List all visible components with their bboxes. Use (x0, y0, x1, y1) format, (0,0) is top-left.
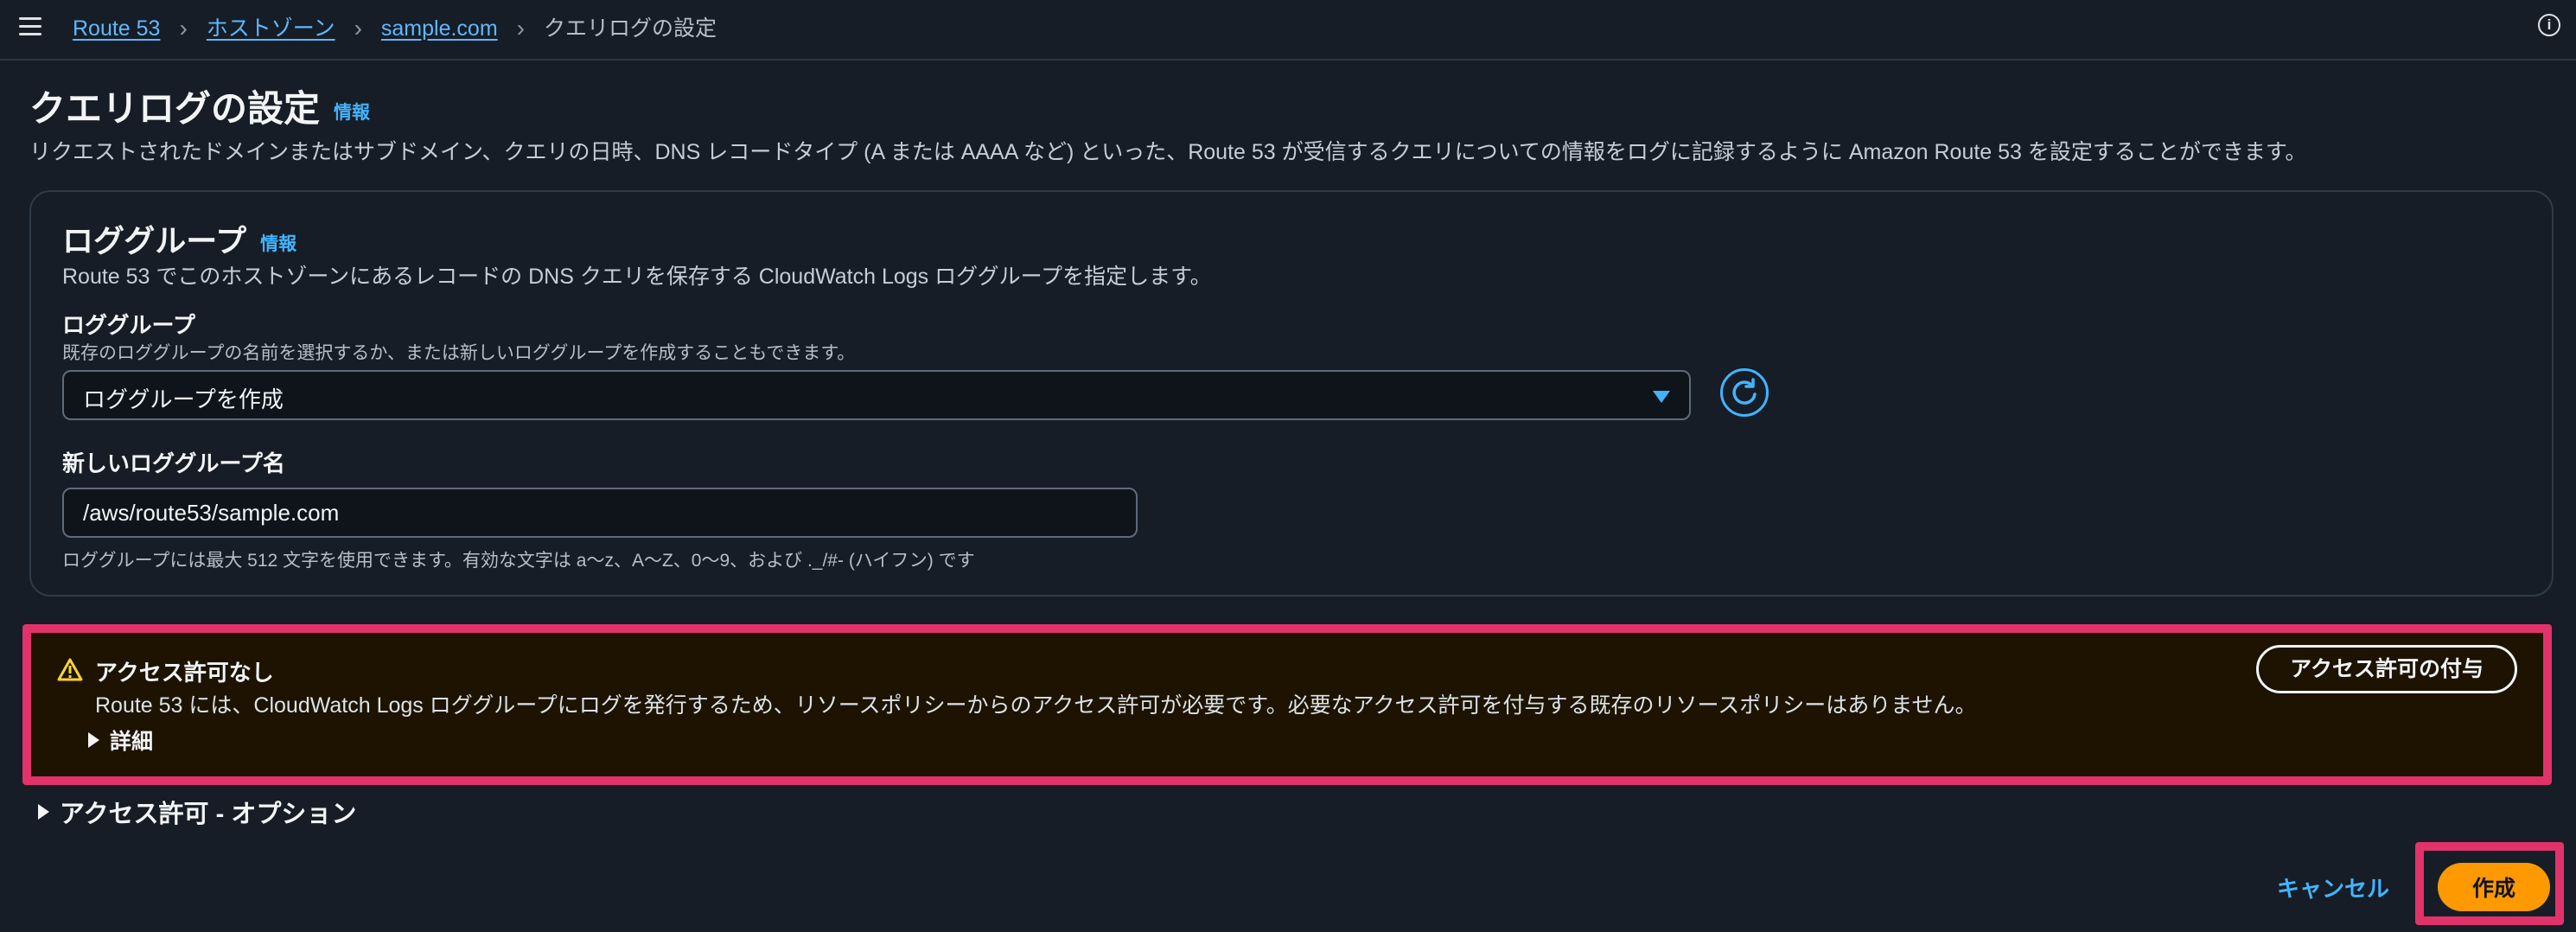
breadcrumb: Route 53 › ホストゾーン › sample.com › クエリログの設… (73, 14, 717, 43)
menu-icon[interactable] (19, 17, 41, 36)
grant-permissions-button[interactable]: アクセス許可の付与 (2256, 645, 2517, 693)
new-log-group-name-label: 新しいロググループ名 (62, 450, 285, 476)
caret-right-icon (38, 804, 49, 820)
chevron-right-icon: › (516, 15, 525, 41)
cancel-button[interactable]: キャンセル (2277, 871, 2389, 903)
alert-details-label: 詳細 (110, 730, 154, 754)
log-group-select[interactable]: ロググループを作成 (62, 370, 1691, 420)
info-icon[interactable]: i (2538, 14, 2560, 36)
alert-message: Route 53 には、CloudWatch Logs ロググループにログを発行… (95, 693, 1977, 718)
log-group-select-label: ロググループ (62, 312, 195, 338)
panel-title: ロググループ 情報 (62, 216, 296, 261)
create-button[interactable]: 作成 (2438, 863, 2550, 911)
breadcrumb-hosted-zones[interactable]: ホストゾーン (207, 14, 335, 43)
permissions-expander-label: アクセス許可 - オプション (60, 801, 357, 828)
panel-description: Route 53 でこのホストゾーンにあるレコードの DNS クエリを保存する … (62, 265, 1212, 289)
alert-details-toggle[interactable]: 詳細 (88, 725, 153, 756)
panel-info-link[interactable]: 情報 (260, 234, 296, 254)
log-group-select-hint: 既存のロググループの名前を選択するか、または新しいロググループを作成することもで… (62, 343, 856, 363)
new-log-group-name-input[interactable] (62, 488, 1138, 538)
chevron-right-icon: › (354, 15, 362, 41)
page-title: クエリログの設定 情報 (29, 80, 370, 132)
page-description: リクエストされたドメインまたはサブドメイン、クエリの日時、DNS レコードタイプ… (29, 140, 2307, 164)
permissions-optional-expander[interactable]: アクセス許可 - オプション (38, 794, 356, 830)
caret-right-icon (88, 732, 99, 748)
log-group-select-value: ロググループを作成 (83, 386, 284, 412)
breadcrumb-current: クエリログの設定 (543, 16, 717, 41)
new-log-group-name-constraint: ロググループには最大 512 文字を使用できます。有効な文字は a〜z、A〜Z、… (62, 551, 975, 571)
chevron-right-icon: › (179, 15, 188, 41)
panel-title-text: ロググループ (62, 223, 247, 259)
page-info-link[interactable]: 情報 (334, 103, 370, 123)
refresh-icon (1732, 378, 1757, 405)
warning-icon (57, 658, 83, 681)
top-navigation-bar: Route 53 › ホストゾーン › sample.com › クエリログの設… (0, 0, 2576, 61)
breadcrumb-sample-com[interactable]: sample.com (381, 14, 498, 43)
log-group-panel: ロググループ 情報 Route 53 でこのホストゾーンにあるレコードの DNS … (29, 190, 2554, 597)
permission-warning-alert: アクセス許可なし Route 53 には、CloudWatch Logs ロググ… (31, 633, 2543, 776)
caret-down-icon (1653, 391, 1670, 403)
alert-title: アクセス許可なし (95, 660, 274, 686)
refresh-button[interactable] (1720, 368, 1769, 417)
page-title-text: クエリログの設定 (29, 88, 321, 129)
breadcrumb-route53[interactable]: Route 53 (73, 14, 160, 43)
